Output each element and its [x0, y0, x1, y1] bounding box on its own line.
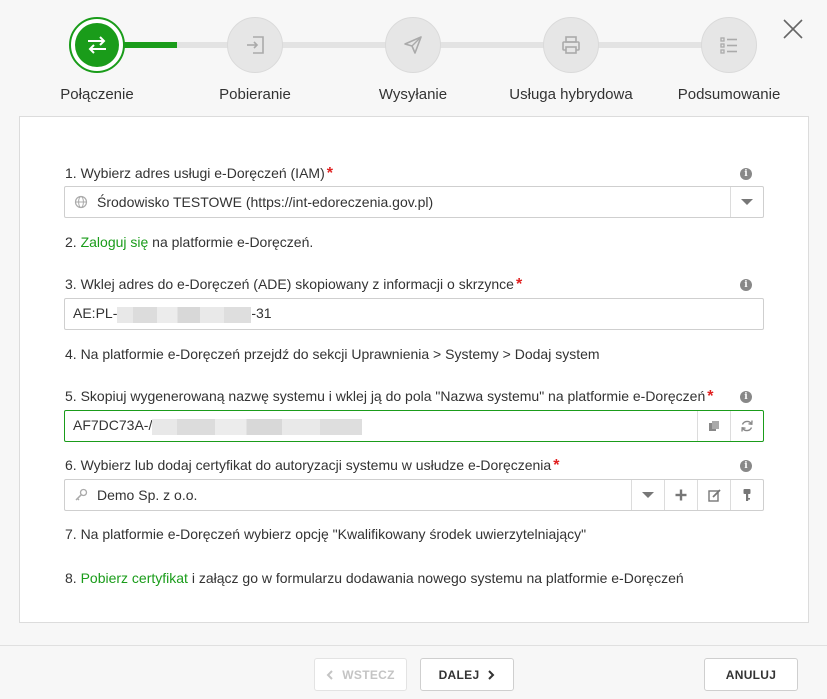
info-icon[interactable]: i [740, 391, 752, 403]
system-name-label: 5. Skopiuj wygenerowaną nazwę systemu i … [65, 388, 714, 405]
ade-address-suffix: -31 [251, 305, 272, 322]
step-label-connection: Połączenie [60, 86, 134, 103]
next-button[interactable]: DALEJ [420, 658, 514, 691]
ade-address-prefix: AE:PL- [73, 305, 118, 322]
step-2-text: 2. Zaloguj się na platformie e-Doręczeń. [65, 234, 314, 250]
step-connection[interactable] [69, 17, 125, 73]
footer-divider [0, 645, 827, 646]
certificate-select[interactable]: Demo Sp. z o.o. [64, 479, 764, 511]
chevron-right-icon [488, 669, 495, 680]
required-asterisk: * [707, 388, 714, 405]
copy-icon [709, 421, 719, 431]
copy-button[interactable] [697, 411, 730, 441]
step-label-summary: Podsumowanie [677, 86, 781, 103]
system-name-value: AF7DC73A-/ [73, 417, 153, 434]
certificate-value: Demo Sp. z o.o. [97, 487, 198, 503]
info-icon[interactable]: i [740, 279, 752, 291]
edit-icon [707, 488, 721, 502]
step-label-send: Wysyłanie [378, 86, 448, 103]
step-hybrid[interactable] [543, 17, 599, 73]
globe-icon [65, 195, 97, 209]
close-button[interactable] [780, 16, 806, 42]
step-4-text: 4. Na platformie e-Doręczeń przejdź do s… [65, 346, 600, 362]
dropdown-button[interactable] [730, 187, 763, 217]
cancel-button[interactable]: ANULUJ [704, 658, 798, 691]
step-label-download: Pobieranie [219, 86, 291, 103]
info-icon[interactable]: i [740, 460, 752, 472]
iam-address-select[interactable]: Środowisko TESTOWE (https://int-edorecze… [64, 186, 764, 218]
plus-icon [675, 489, 687, 501]
step-download[interactable] [227, 17, 283, 73]
redacted-region [152, 418, 363, 435]
close-icon [783, 19, 803, 39]
paper-plane-icon [404, 36, 422, 54]
required-asterisk: * [553, 457, 560, 474]
required-asterisk: * [515, 276, 523, 293]
download-certificate-link[interactable]: Pobierz certyfikat [81, 570, 188, 586]
step-8-text: 8. Pobierz certyfikat i załącz go w form… [65, 570, 684, 586]
iam-address-value: Środowisko TESTOWE (https://int-edorecze… [97, 194, 434, 210]
sign-in-icon [247, 36, 264, 54]
ade-address-label: 3. Wklej adres do e-Doręczeń (ADE) skopi… [65, 276, 523, 293]
iam-address-label: 1. Wybierz adres usługi e-Doręczeń (IAM)… [65, 165, 333, 182]
step-label-hybrid: Usługa hybrydowa [509, 86, 633, 103]
info-icon[interactable]: i [740, 168, 752, 180]
certificate-key-button[interactable] [730, 480, 763, 510]
connection-form-panel: 1. Wybierz adres usługi e-Doręczeń (IAM)… [19, 116, 809, 623]
caret-down-icon [741, 199, 753, 205]
certificate-label: 6. Wybierz lub dodaj certyfikat do autor… [65, 457, 560, 474]
back-button[interactable]: WSTECZ [314, 658, 407, 691]
caret-down-icon [642, 492, 654, 498]
required-asterisk: * [326, 165, 333, 182]
step-7-text: 7. Na platformie e-Doręczeń wybierz opcj… [65, 526, 587, 542]
edit-certificate-button[interactable] [697, 480, 730, 510]
ade-address-input[interactable]: AE:PL- -31 [64, 298, 764, 330]
printer-icon [562, 36, 580, 54]
add-certificate-button[interactable] [664, 480, 697, 510]
regenerate-button[interactable] [730, 411, 763, 441]
transfer-arrows-icon [88, 36, 106, 54]
step-summary[interactable] [701, 17, 757, 73]
chevron-left-icon [326, 669, 333, 680]
redacted-region [117, 306, 252, 323]
login-link[interactable]: Zaloguj się [81, 234, 149, 250]
key-icon [65, 488, 97, 502]
key-icon [743, 489, 751, 501]
system-name-input[interactable]: AF7DC73A-/ [64, 410, 764, 442]
dropdown-button[interactable] [631, 480, 664, 510]
refresh-icon [741, 420, 753, 432]
step-send[interactable] [385, 17, 441, 73]
checklist-icon [720, 37, 737, 54]
